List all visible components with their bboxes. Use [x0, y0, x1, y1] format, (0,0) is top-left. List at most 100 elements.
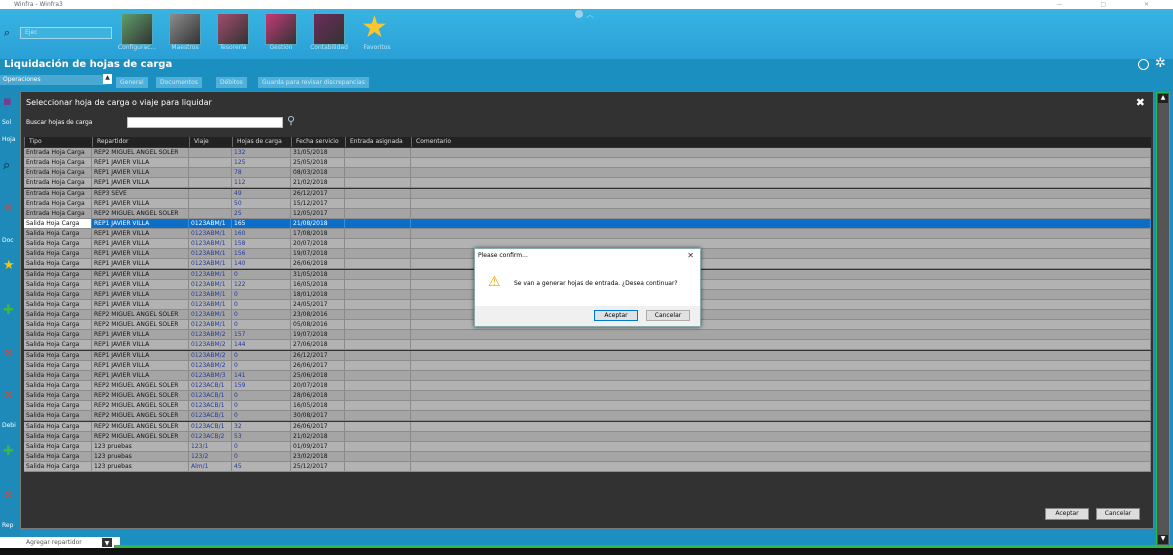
table-cell: [345, 310, 411, 320]
window-controls[interactable]: — ▢ ✕: [1056, 0, 1167, 9]
table-row[interactable]: Salida Hoja Carga REP1 JAVIER VILLA 0123AB…: [24, 330, 1151, 341]
table-cell: [345, 401, 411, 411]
table-cell: [411, 431, 1151, 441]
add-icon[interactable]: ✚: [3, 444, 14, 459]
table-row[interactable]: Salida Hoja Carga 123 pruebas 123/1 0 01/09/…: [24, 441, 1151, 452]
table-row[interactable]: Entrada Hoja Carga REP1 JAVIER VILLA 112 21…: [24, 178, 1151, 189]
table-row[interactable]: Salida Hoja Carga REP2 MIGUEL ANGEL SOLER…: [24, 401, 1151, 412]
table-cell: [189, 158, 232, 168]
table-row[interactable]: Entrada Hoja Carga REP1 JAVIER VILLA 125 25…: [24, 158, 1151, 169]
table-cell: REP1 JAVIER VILLA: [92, 350, 189, 360]
search-icon[interactable]: ⌕: [3, 158, 10, 173]
table-cell: [345, 380, 411, 390]
tab-3[interactable]: Guarda para revisar discrepancias: [258, 77, 369, 88]
add-delivery-input[interactable]: Agregar repartidor ▼: [0, 537, 120, 548]
settings-icon[interactable]: ✲: [1155, 56, 1166, 71]
ribbon-collapse-icon[interactable]: ︿: [586, 9, 594, 20]
table-cell: Salida Hoja Carga: [24, 269, 92, 279]
column-header[interactable]: Entrada asignada: [345, 137, 411, 147]
accept-button[interactable]: Aceptar: [1045, 508, 1089, 520]
close-icon[interactable]: ✖: [1136, 96, 1145, 109]
table-row[interactable]: Entrada Hoja Carga REP2 MIGUEL ANGEL SOLE…: [24, 208, 1151, 219]
table-cell: Salida Hoja Carga: [24, 310, 92, 320]
module-label-maestros: Maestros: [171, 44, 199, 51]
confirm-accept-button[interactable]: Aceptar: [594, 310, 638, 321]
add-icon[interactable]: ✚: [3, 303, 14, 318]
delete-icon[interactable]: ✕: [3, 346, 14, 361]
module-tile-configurac[interactable]: [121, 13, 153, 45]
module-tile-gesti-n[interactable]: [265, 13, 297, 45]
table-cell: Entrada Hoja Carga: [24, 158, 92, 168]
delete-icon[interactable]: ✕: [3, 388, 14, 403]
table-cell: [345, 158, 411, 168]
tab-2[interactable]: Débitos: [216, 77, 247, 88]
table-row[interactable]: Entrada Hoja Carga REP3 SEVE 49 26/12/2017: [24, 188, 1151, 199]
table-row[interactable]: Salida Hoja Carga REP2 MIGUEL ANGEL SOLER…: [24, 411, 1151, 422]
column-header[interactable]: Repartidor: [92, 137, 189, 147]
delete-icon[interactable]: ✕: [3, 488, 14, 503]
table-cell: REP2 MIGUEL ANGEL SOLER: [92, 401, 189, 411]
scroll-down-icon[interactable]: ▼: [1158, 535, 1168, 544]
table-cell: 0123ABM/2: [189, 330, 232, 340]
table-cell: 0123ABM/1: [189, 218, 232, 228]
table-cell: Entrada Hoja Carga: [24, 148, 92, 157]
column-header[interactable]: Fecha servicio: [291, 137, 345, 147]
search-icon[interactable]: ⌕: [4, 26, 10, 40]
save-icon[interactable]: ▪: [3, 94, 12, 109]
column-header[interactable]: Hojas de carga: [232, 137, 291, 147]
table-row[interactable]: Salida Hoja Carga REP1 JAVIER VILLA 0123AB…: [24, 218, 1151, 229]
table-row[interactable]: Salida Hoja Carga REP2 MIGUEL ANGEL SOLER…: [24, 421, 1151, 432]
table-cell: REP2 MIGUEL ANGEL SOLER: [92, 391, 189, 401]
table-cell: Entrada Hoja Carga: [24, 208, 92, 218]
table-cell: 31/05/2018: [291, 269, 345, 279]
favorites-star-icon[interactable]: ★: [361, 12, 388, 44]
module-tile-contabilidad[interactable]: [313, 13, 345, 45]
table-cell: REP2 MIGUEL ANGEL SOLER: [92, 380, 189, 390]
table-row[interactable]: Salida Hoja Carga 123 pruebas 123/2 0 23/02/…: [24, 451, 1151, 462]
table-row[interactable]: Salida Hoja Carga REP1 JAVIER VILLA 0123AB…: [24, 229, 1151, 240]
search-load-sheets-input[interactable]: [127, 117, 283, 128]
table-cell: Salida Hoja Carga: [24, 401, 92, 411]
table-cell: Entrada Hoja Carga: [24, 168, 92, 178]
scroll-up-icon[interactable]: ▲: [1158, 94, 1168, 103]
column-header[interactable]: Viaje: [189, 137, 232, 147]
ribbon-toggle-dot-icon[interactable]: [575, 10, 583, 18]
table-row[interactable]: Salida Hoja Carga REP1 JAVIER VILLA 0123AB…: [24, 350, 1151, 361]
circle-icon[interactable]: [1138, 59, 1149, 70]
close-icon[interactable]: ✕: [687, 249, 694, 262]
module-search-input[interactable]: Ejec: [20, 27, 112, 39]
tab-0[interactable]: General: [116, 77, 148, 88]
table-row[interactable]: Entrada Hoja Carga REP1 JAVIER VILLA 78 08/…: [24, 168, 1151, 179]
table-cell: [345, 391, 411, 401]
table-row[interactable]: Salida Hoja Carga REP1 JAVIER VILLA 0123AB…: [24, 370, 1151, 381]
table-cell: [189, 178, 232, 188]
confirm-cancel-button[interactable]: Cancelar: [646, 310, 690, 321]
table-row[interactable]: Salida Hoja Carga REP2 MIGUEL ANGEL SOLER…: [24, 380, 1151, 391]
dropdown-arrow-icon[interactable]: ▼: [102, 538, 112, 547]
column-header[interactable]: Tipo: [24, 137, 92, 147]
column-header[interactable]: Comentario: [411, 137, 1151, 147]
table-cell: 0123ABM/1: [189, 249, 232, 259]
table-row[interactable]: Salida Hoja Carga 123 pruebas Alm/1 45 25/12…: [24, 462, 1151, 473]
operations-scroll-up-icon[interactable]: ▲: [103, 74, 112, 84]
table-row[interactable]: Salida Hoja Carga REP2 MIGUEL ANGEL SOLER…: [24, 391, 1151, 402]
table-row[interactable]: Salida Hoja Carga REP2 MIGUEL ANGEL SOLER…: [24, 431, 1151, 442]
star-icon[interactable]: ★: [3, 258, 15, 273]
table-row[interactable]: Entrada Hoja Carga REP2 MIGUEL ANGEL SOLE…: [24, 148, 1151, 158]
module-tile-tesorer-a[interactable]: [217, 13, 249, 45]
search-icon[interactable]: ⚲: [287, 114, 295, 127]
tab-1[interactable]: Documentos: [156, 77, 202, 88]
table-cell: 0: [232, 350, 291, 360]
table-row[interactable]: Salida Hoja Carga REP1 JAVIER VILLA 0123AB…: [24, 340, 1151, 351]
cancel-button[interactable]: Cancelar: [1096, 508, 1140, 520]
table-row[interactable]: Salida Hoja Carga REP1 JAVIER VILLA 0123AB…: [24, 360, 1151, 371]
table-row[interactable]: Entrada Hoja Carga REP1 JAVIER VILLA 50 15/…: [24, 198, 1151, 209]
right-scrollbar[interactable]: ▲ ▼: [1156, 92, 1170, 546]
table-cell: Entrada Hoja Carga: [24, 188, 92, 198]
delete-icon[interactable]: ✕: [3, 201, 14, 216]
table-cell: [411, 350, 1151, 360]
module-label-contabilidad: Contabilidad: [310, 44, 348, 51]
table-cell: REP2 MIGUEL ANGEL SOLER: [92, 411, 189, 421]
table-cell: REP1 JAVIER VILLA: [92, 239, 189, 249]
module-tile-maestros[interactable]: [169, 13, 201, 45]
